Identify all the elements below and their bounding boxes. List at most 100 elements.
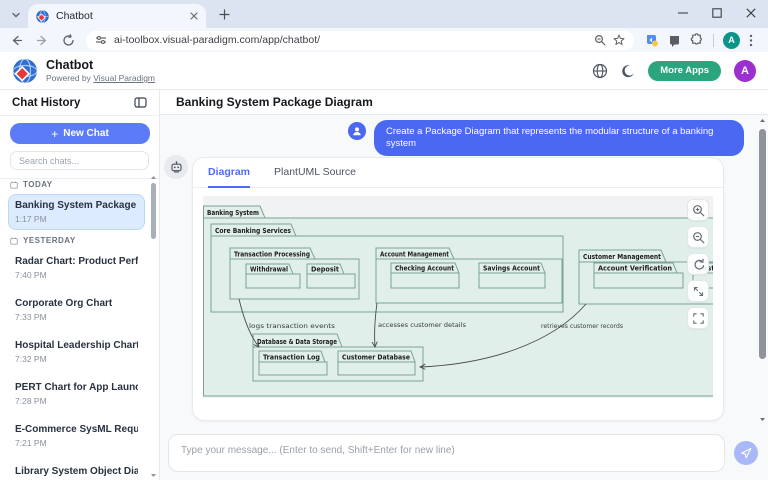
chat-item[interactable]: PERT Chart for App Launch 7:28 PM [8,376,145,412]
chat-list: TODAY Banking System Package Dia... 1:17… [0,172,149,480]
browser-profile-avatar[interactable]: A [723,32,740,49]
new-chat-button[interactable]: + New Chat [10,123,150,144]
fullscreen-button[interactable] [687,307,709,329]
edge-label-accesses: accesses customer details [378,321,467,329]
zoom-out-button[interactable] [687,226,709,248]
scroll-down-icon[interactable] [150,472,157,479]
reload-button[interactable] [60,32,77,49]
window-maximize-button[interactable] [708,4,726,22]
url-bar[interactable]: ai-toolbox.visual-paradigm.com/app/chatb… [86,31,634,50]
browser-tab[interactable]: Chatbot [28,4,206,28]
chat-scrollbar[interactable] [758,117,767,423]
scroll-up-icon[interactable] [759,117,766,124]
tab-close-icon[interactable] [190,12,198,20]
result-tabs: Diagram PlantUML Source [193,158,723,188]
chat-item-active[interactable]: Banking System Package Dia... 1:17 PM [8,194,145,230]
pkg-customer-management-label: Customer Management [583,253,662,261]
browser-tab-title: Chatbot [56,10,183,22]
tab-search-chevron-icon[interactable] [8,7,24,23]
powered-by: Powered by Visual Paradigm [46,73,155,83]
pkg-transaction-log-label: Transaction Log [263,354,320,362]
send-button[interactable] [734,441,758,465]
dark-mode-moon-icon[interactable] [621,64,635,78]
pkg-database-storage-label: Database & Data Storage [257,338,337,346]
bookmark-star-icon[interactable] [613,34,625,46]
sidebar-scroll-thumb[interactable] [151,183,156,239]
pkg-banking-system-label: Banking System [207,209,259,217]
app-title: Chatbot [46,58,155,72]
diagram-canvas[interactable]: Banking System Core Banking Services Tra… [203,196,713,398]
conversation-header: Banking System Package Diagram [160,90,768,115]
new-tab-button[interactable] [216,6,232,22]
window-controls [674,4,760,22]
chat-item[interactable]: Library System Object Diagr... 7:05 PM [8,460,145,480]
reset-view-button[interactable] [687,253,709,275]
collapse-sidebar-icon[interactable] [134,96,147,109]
browser-toolbar: ai-toolbox.visual-paradigm.com/app/chatb… [0,28,768,52]
chat-item[interactable]: Corporate Org Chart 7:33 PM [8,292,145,328]
browser-menu-icon[interactable] [749,34,753,47]
sidebar-scrollbar[interactable] [149,174,158,479]
sidebar-title: Chat History [12,97,134,109]
visual-paradigm-logo [12,58,38,84]
search-chats-box[interactable] [10,151,149,170]
forward-button[interactable] [34,32,51,49]
scroll-up-icon[interactable] [150,174,157,181]
edge-label-retrieves: retrieves customer records [541,322,624,330]
pkg-transaction-processing-label: Transaction Processing [234,251,310,259]
pkg-core-banking-label: Core Banking Services [215,227,291,235]
browser-window: Chatbot ai-toolbox.visual-paradigm.com/a… [0,0,768,480]
zoom-in-button[interactable] [687,199,709,221]
package-diagram: Banking System Core Banking Services Tra… [203,196,713,398]
chat-messages-area: Create a Package Diagram that represents… [160,115,768,425]
pkg-account-management-label: Account Management [380,251,450,259]
plus-icon: + [51,127,58,141]
back-button[interactable] [8,32,25,49]
pkg-customer-database-label: Customer Database [342,354,410,362]
toolbar-divider [713,34,714,47]
calendar-icon [10,181,18,189]
person-icon [352,126,362,136]
url-text[interactable]: ai-toolbox.visual-paradigm.com/app/chatb… [114,34,587,46]
chat-item[interactable]: E-Commerce SysML Require... 7:21 PM [8,418,145,454]
chat-main: Banking System Package Diagram Create a … [160,90,768,480]
chat-item[interactable]: Hospital Leadership Chart 7:32 PM [8,334,145,370]
message-input[interactable] [168,434,725,472]
edge-label-logs: logs transaction events [249,322,336,330]
chat-history-sidebar: Chat History + New Chat TODAY Banking Sy… [0,90,160,480]
window-close-button[interactable] [742,4,760,22]
site-settings-icon[interactable] [95,34,107,46]
user-avatar[interactable]: A [734,60,756,82]
scroll-down-icon[interactable] [759,416,766,423]
robot-icon [170,161,183,174]
drive-extension-icon[interactable] [645,33,659,47]
message-composer [160,425,768,480]
conversation-title: Banking System Package Diagram [176,95,373,109]
bot-avatar [164,155,188,179]
extensions-cluster: A [645,32,753,49]
app-header: Chatbot Powered by Visual Paradigm More … [0,52,768,90]
window-minimize-button[interactable] [674,4,692,22]
user-message-bubble: Create a Package Diagram that represents… [374,120,744,156]
chat-item[interactable]: Radar Chart: Product Perfor... 7:40 PM [8,250,145,286]
pkg-account-verification-label: Account Verification [598,265,672,273]
dark-extension-icon[interactable] [668,34,681,47]
app-content: Chat History + New Chat TODAY Banking Sy… [0,90,768,480]
section-today: TODAY [10,180,143,189]
extensions-puzzle-icon[interactable] [690,33,704,47]
fit-to-screen-button[interactable] [687,280,709,302]
zoom-page-icon[interactable] [594,34,606,46]
tab-plantuml-source[interactable]: PlantUML Source [274,166,356,188]
more-apps-button[interactable]: More Apps [648,61,721,81]
chat-scroll-thumb[interactable] [759,129,766,359]
sidebar-header: Chat History [0,90,159,116]
pkg-withdrawal-label: Withdrawal [250,266,288,274]
user-message-avatar [348,122,366,140]
language-globe-icon[interactable] [592,63,608,79]
tab-diagram[interactable]: Diagram [208,166,250,188]
section-yesterday: YESTERDAY [10,236,143,245]
visual-paradigm-link[interactable]: Visual Paradigm [93,73,155,83]
search-chats-input[interactable] [19,156,140,166]
new-chat-label: New Chat [63,128,109,139]
calendar-icon [10,237,18,245]
